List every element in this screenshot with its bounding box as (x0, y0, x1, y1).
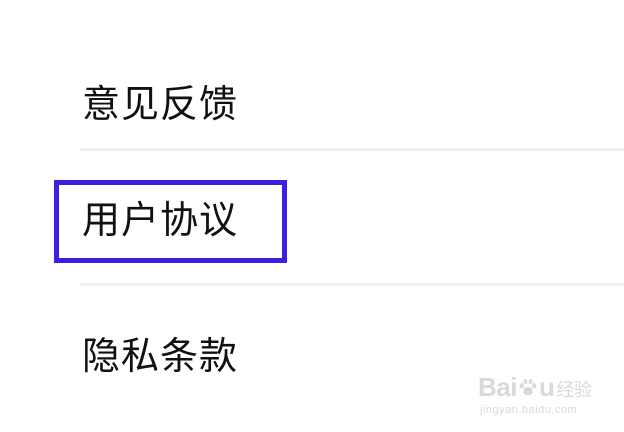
menu-item-label: 隐私条款 (82, 334, 239, 378)
menu-item-user-agreement[interactable]: 用户协议 (0, 150, 624, 284)
baidu-jingyan-watermark: Bai u 经验 jingyan.baidu.com (478, 372, 618, 424)
watermark-brand-left: Bai (478, 372, 517, 402)
menu-item-feedback[interactable]: 意见反馈 (0, 18, 624, 152)
watermark-domain: jingyan.baidu.com (480, 404, 578, 416)
watermark-brand: Bai u 经验 (478, 372, 592, 403)
menu-item-label: 用户协议 (82, 198, 239, 242)
paw-logo-icon (519, 379, 537, 396)
settings-list: 意见反馈 用户协议 隐私条款 (0, 0, 624, 432)
menu-item-label: 意见反馈 (82, 82, 239, 126)
watermark-suffix: 经验 (556, 380, 592, 400)
watermark-brand-right: u (538, 372, 555, 402)
